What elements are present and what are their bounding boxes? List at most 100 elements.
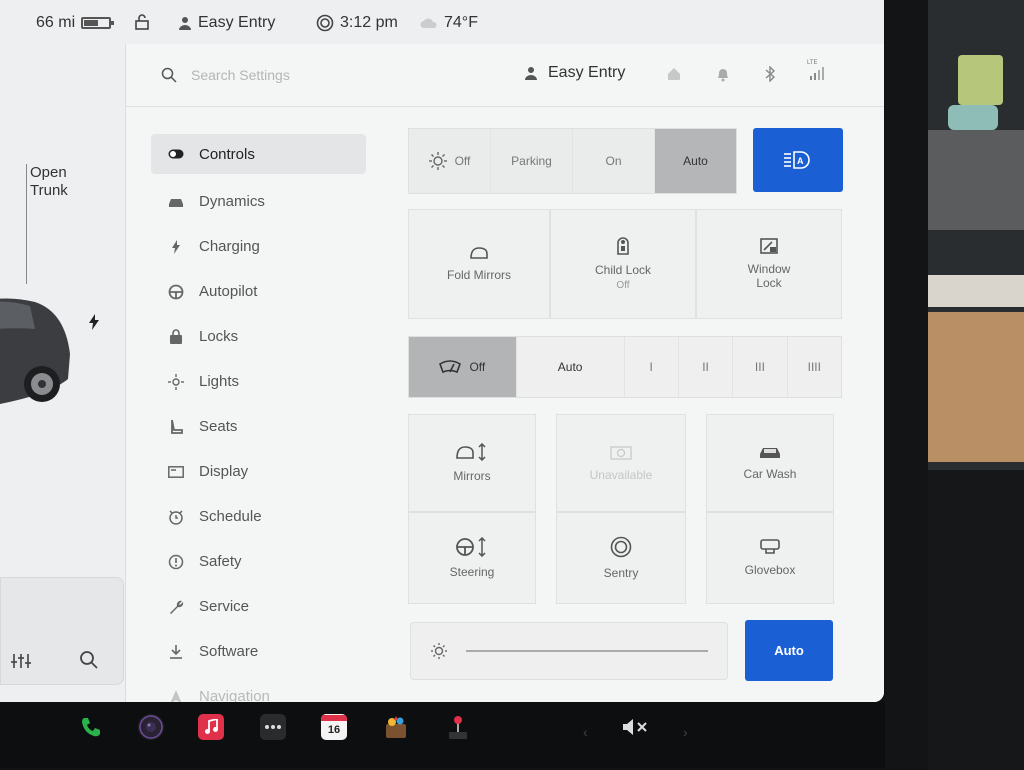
sliders-icon[interactable] bbox=[11, 652, 31, 675]
window-lock-button[interactable]: Window Lock bbox=[696, 209, 842, 319]
chevron-left-icon[interactable]: ‹ bbox=[583, 724, 588, 740]
open-trunk-button[interactable]: Open Trunk bbox=[30, 164, 68, 200]
sentry-status-icon bbox=[316, 14, 334, 32]
music-icon[interactable] bbox=[198, 714, 224, 740]
headlights-on-option[interactable]: On bbox=[573, 129, 655, 193]
auto-high-beam-button[interactable]: A bbox=[753, 128, 843, 192]
brightness-auto-button[interactable]: Auto bbox=[745, 620, 833, 681]
headlights-auto-option[interactable]: Auto bbox=[655, 129, 736, 193]
option-label: Auto bbox=[683, 154, 708, 168]
charge-port-icon[interactable] bbox=[88, 314, 100, 335]
light-icon bbox=[167, 373, 185, 390]
search-input[interactable] bbox=[189, 66, 393, 84]
glovebox-icon bbox=[760, 539, 780, 554]
signal-icon: LTE bbox=[807, 60, 827, 87]
notifications-icon[interactable] bbox=[715, 66, 731, 87]
nav-item-display[interactable]: Display bbox=[151, 449, 366, 494]
option-label: Off bbox=[454, 154, 471, 168]
auto-headlight-icon: A bbox=[784, 151, 810, 169]
nav-label: Safety bbox=[199, 553, 242, 570]
nav-item-controls[interactable]: Controls bbox=[151, 134, 366, 174]
tile-row-3: Steering Sentry Glovebox bbox=[408, 512, 834, 604]
nav-item-charging[interactable]: Charging bbox=[151, 224, 366, 269]
settings-panel: Easy Entry LTE Controls Dynamics bbox=[125, 44, 884, 702]
calendar-icon[interactable]: 16 bbox=[321, 714, 347, 740]
wiper-speed-3-option[interactable]: III bbox=[733, 337, 788, 397]
nav-item-locks[interactable]: Locks bbox=[151, 314, 366, 359]
camera-icon bbox=[610, 446, 632, 460]
chevron-right-icon[interactable]: › bbox=[683, 724, 688, 740]
bluetooth-icon[interactable] bbox=[764, 65, 776, 87]
nav-label: Locks bbox=[199, 328, 239, 345]
camera-icon[interactable] bbox=[138, 714, 164, 740]
nav-label: Lights bbox=[199, 373, 240, 390]
more-icon[interactable] bbox=[260, 714, 286, 740]
sentry-button[interactable]: Sentry bbox=[556, 512, 686, 604]
toybox-icon[interactable] bbox=[383, 714, 409, 740]
tile-label: Steering bbox=[449, 565, 495, 579]
range-text: 66 mi bbox=[36, 14, 76, 31]
nav-item-safety[interactable]: Safety bbox=[151, 539, 366, 584]
profile-status[interactable]: Easy Entry bbox=[178, 14, 275, 32]
option-label: Parking bbox=[511, 154, 552, 168]
display-brightness-slider[interactable] bbox=[410, 622, 728, 680]
option-label: II bbox=[702, 360, 709, 374]
profile-name: Easy Entry bbox=[548, 64, 626, 81]
tile-label: Sentry bbox=[603, 566, 639, 580]
bolt-icon bbox=[167, 239, 185, 254]
child-lock-button[interactable]: Child Lock Off bbox=[550, 209, 696, 319]
map-search-icon[interactable] bbox=[79, 650, 99, 675]
mirrors-adjust-button[interactable]: Mirrors bbox=[408, 414, 536, 512]
taskbar bbox=[0, 702, 885, 768]
nav-item-service[interactable]: Service bbox=[151, 584, 366, 629]
wiper-speed-1-option[interactable]: I bbox=[625, 337, 679, 397]
unlock-icon[interactable] bbox=[135, 14, 149, 30]
temperature-text: 74°F bbox=[444, 14, 478, 31]
range-indicator: 66 mi bbox=[36, 14, 115, 32]
car-panel-footer bbox=[0, 577, 124, 685]
wiper-off-option[interactable]: Off bbox=[409, 337, 517, 397]
tile-row-2: Mirrors Unavailable Car Wash bbox=[408, 414, 834, 512]
wiper-speed-4-option[interactable]: IIII bbox=[788, 337, 841, 397]
car-wash-button[interactable]: Car Wash bbox=[706, 414, 834, 512]
mirror-adjust-icon bbox=[456, 443, 486, 461]
nav-item-lights[interactable]: Lights bbox=[151, 359, 366, 404]
wiper-speed-2-option[interactable]: II bbox=[679, 337, 734, 397]
wiper-auto-option[interactable]: Auto bbox=[517, 337, 625, 397]
phone-icon[interactable] bbox=[78, 714, 104, 740]
trunk-indicator-line bbox=[26, 164, 27, 284]
headlights-off-option[interactable]: Off bbox=[409, 129, 491, 193]
nav-label: Navigation bbox=[199, 688, 270, 702]
header-icons: LTE bbox=[666, 60, 827, 87]
headlights-parking-option[interactable]: Parking bbox=[491, 129, 573, 193]
homelink-icon[interactable] bbox=[666, 66, 682, 87]
mute-icon[interactable] bbox=[620, 714, 652, 740]
glovebox-button[interactable]: Glovebox bbox=[706, 512, 834, 604]
car-wash-icon bbox=[760, 448, 780, 458]
arcade-icon[interactable] bbox=[445, 714, 471, 740]
profile-status-label: Easy Entry bbox=[198, 14, 276, 31]
car-panel: Open Trunk bbox=[0, 44, 124, 702]
battery-icon bbox=[81, 17, 115, 29]
nav-item-navigation[interactable]: Navigation bbox=[151, 674, 366, 702]
sun-icon bbox=[428, 152, 447, 170]
lock-icon bbox=[167, 329, 185, 344]
nav-item-schedule[interactable]: Schedule bbox=[151, 494, 366, 539]
nav-label: Display bbox=[199, 463, 249, 480]
brightness-track[interactable] bbox=[466, 650, 708, 652]
settings-search[interactable] bbox=[161, 66, 393, 84]
steering-adjust-button[interactable]: Steering bbox=[408, 512, 536, 604]
nav-label: Dynamics bbox=[199, 193, 265, 210]
calendar-day: 16 bbox=[327, 724, 341, 736]
nav-item-autopilot[interactable]: Autopilot bbox=[151, 269, 366, 314]
nav-item-seats[interactable]: Seats bbox=[151, 404, 366, 449]
tile-label: Child Lock Off bbox=[595, 263, 651, 293]
tile-label: Fold Mirrors bbox=[446, 268, 511, 282]
safety-icon bbox=[167, 554, 185, 570]
profile-button[interactable]: Easy Entry bbox=[524, 64, 625, 82]
nav-label: Seats bbox=[199, 418, 238, 435]
nav-item-dynamics[interactable]: Dynamics bbox=[151, 179, 366, 224]
fold-mirrors-button[interactable]: Fold Mirrors bbox=[408, 209, 550, 319]
nav-item-software[interactable]: Software bbox=[151, 629, 366, 674]
wiper-selector: Off Auto I II III IIII bbox=[408, 336, 842, 398]
